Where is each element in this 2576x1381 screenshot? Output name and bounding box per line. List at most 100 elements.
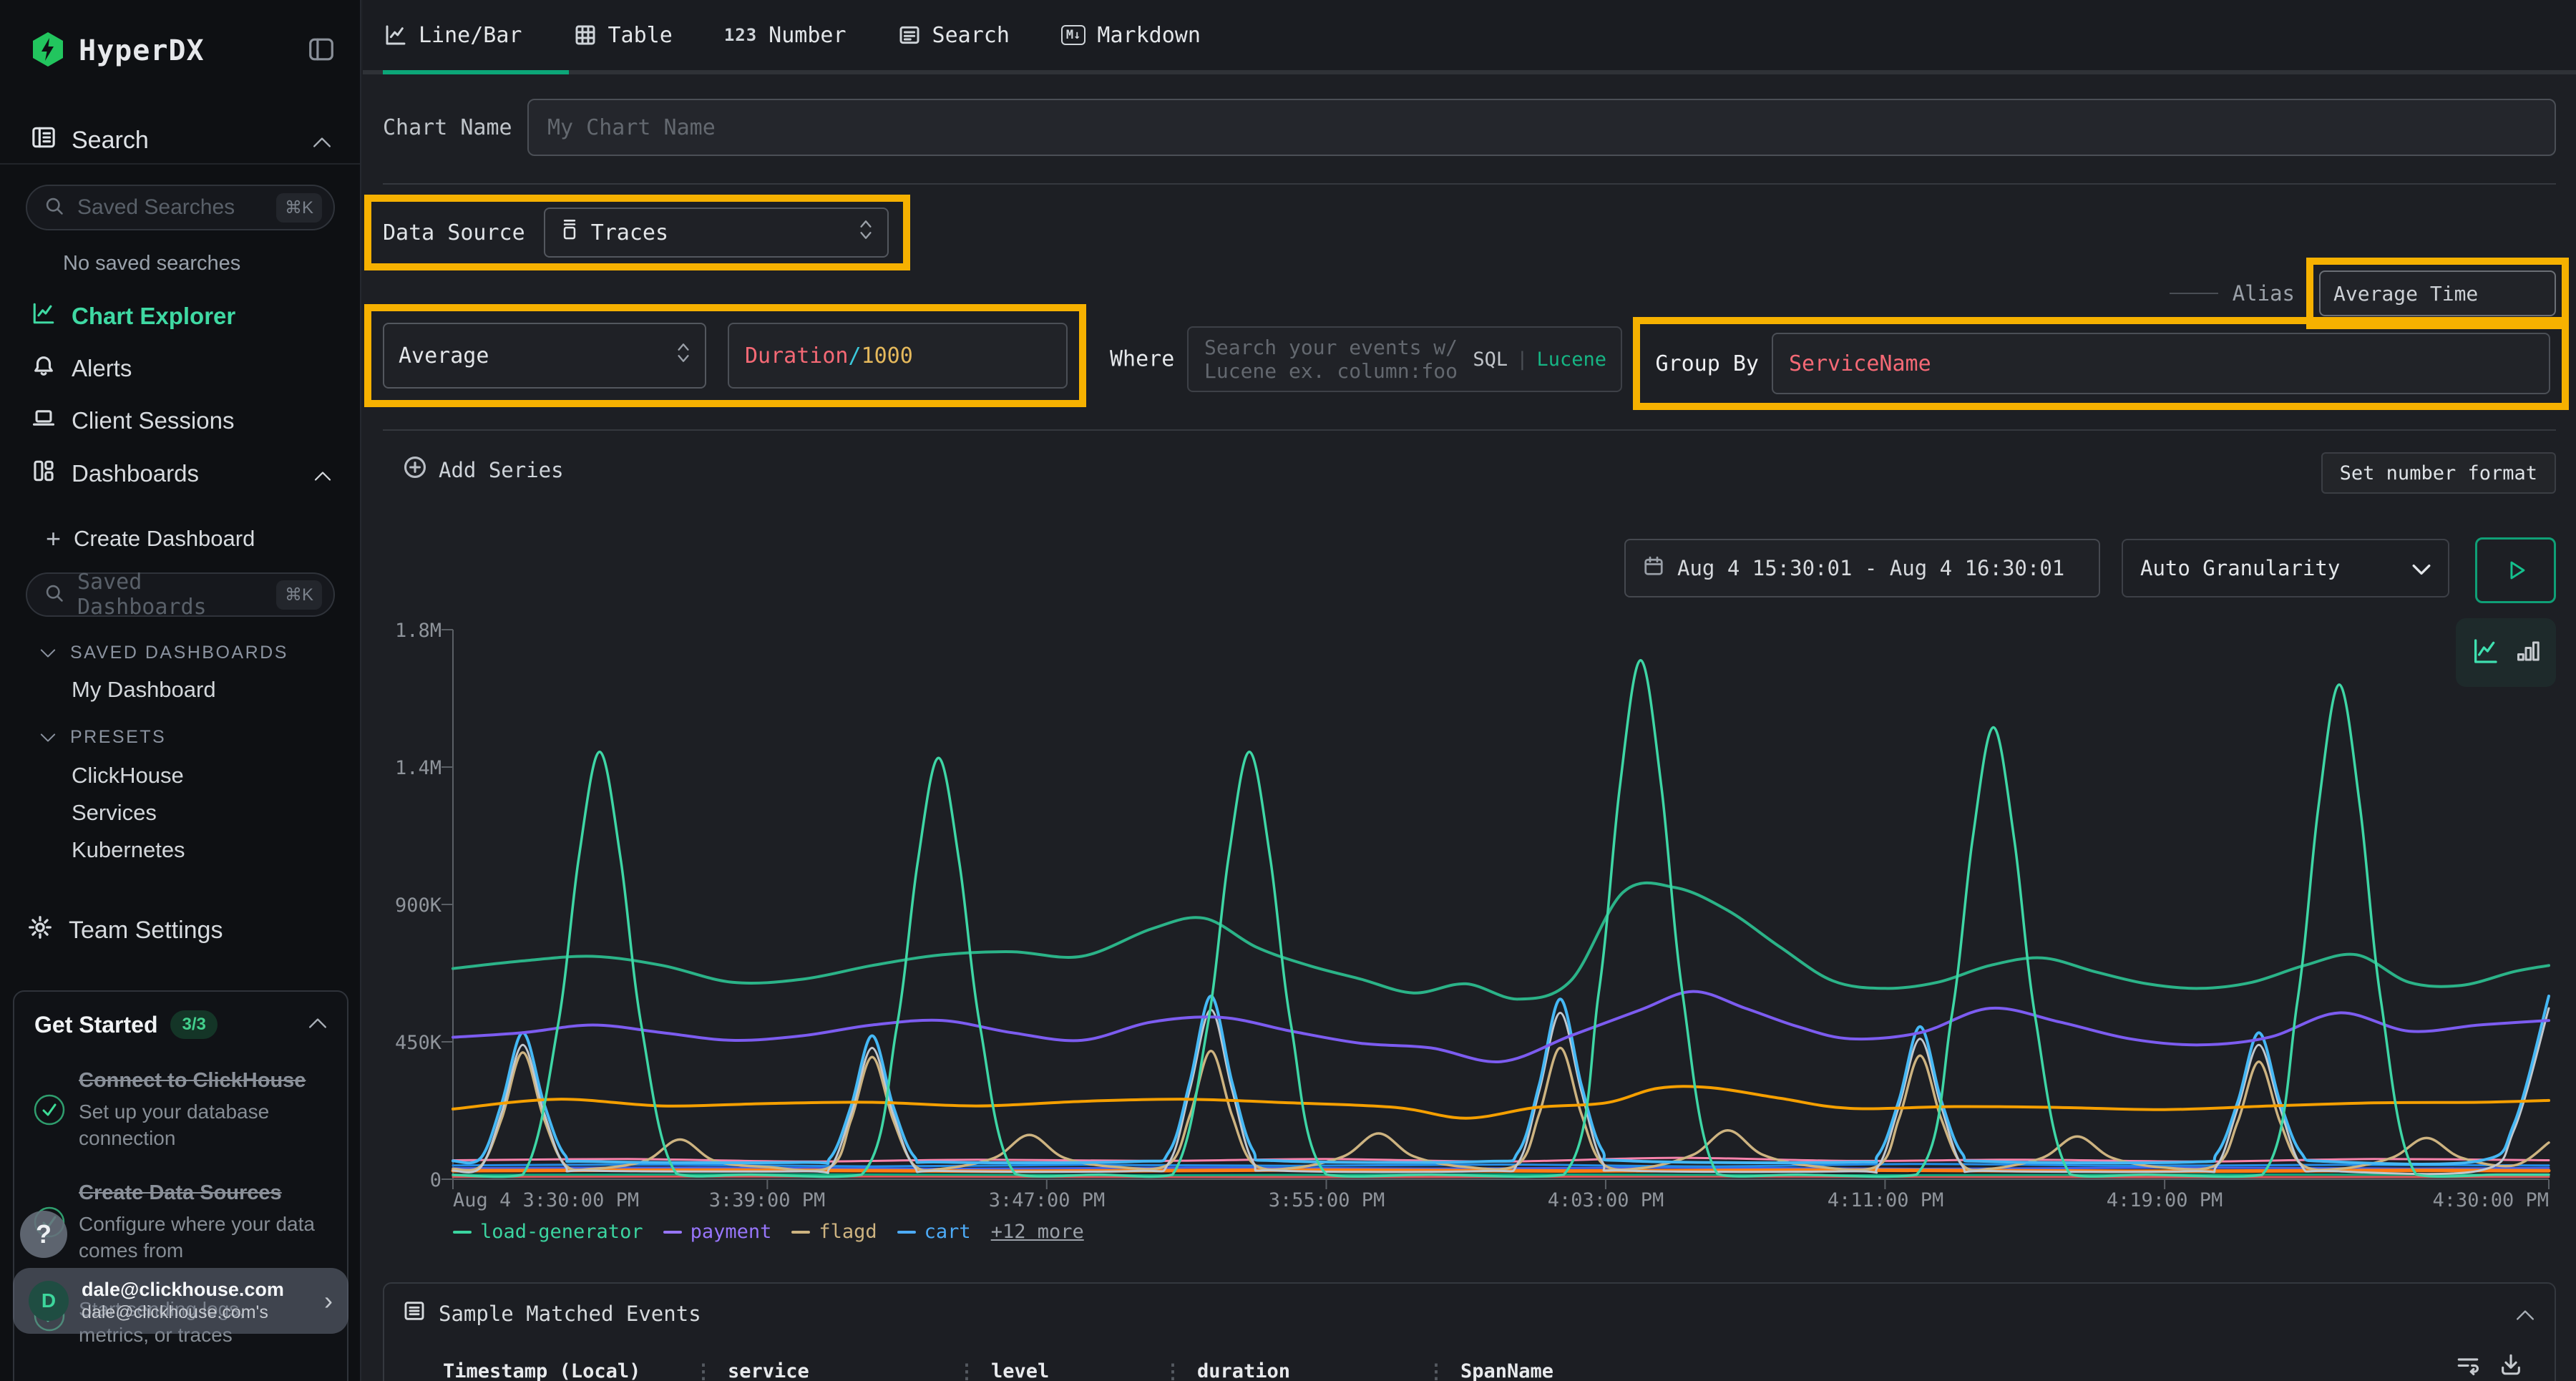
chevron-up-icon[interactable]	[308, 1018, 327, 1033]
avatar: D	[29, 1281, 69, 1321]
get-started-item-datasources[interactable]: Create Data Sources Configure where your…	[14, 1180, 347, 1264]
data-source-label: Data Source	[383, 220, 525, 245]
legend-dash	[453, 1231, 472, 1234]
column-duration[interactable]: duration	[1197, 1360, 1412, 1381]
user-menu[interactable]: D dale@clickhouse.com dale@clickhouse.co…	[13, 1268, 348, 1334]
aggregation-row: Average Duration/1000 Where Search your …	[364, 304, 2569, 414]
sidebar-item-chart-explorer[interactable]: Chart Explorer	[31, 301, 331, 332]
get-started-item-connect[interactable]: Connect to ClickHouse Set up your databa…	[14, 1068, 347, 1151]
y-tick-label: 1.8M	[366, 620, 441, 642]
saved-dashboards-group[interactable]: SAVED DASHBOARDS	[40, 643, 288, 663]
group-by-highlight-box: Group By ServiceName	[1633, 317, 2570, 410]
sidebar-item-alerts[interactable]: Alerts	[31, 353, 331, 384]
chart-name-label: Chart Name	[383, 115, 512, 140]
y-tick-label: 900K	[366, 894, 441, 917]
sidebar-divider	[0, 163, 360, 165]
sidebar-item-services[interactable]: Services	[72, 800, 157, 826]
saved-searches-placeholder: Saved Searches	[77, 195, 235, 220]
team-settings-label: Team Settings	[69, 917, 223, 945]
series-line-load-generator	[453, 883, 2549, 999]
timeseries-chart[interactable]	[453, 630, 2549, 1179]
collapse-sidebar-icon[interactable]	[308, 38, 334, 64]
query-language-toggle: SQL | Lucene	[1473, 348, 1606, 371]
search-section-label: Search	[72, 127, 149, 155]
series-line-cart	[453, 996, 2549, 1164]
y-tick-label: 1.4M	[366, 757, 441, 779]
divider	[383, 183, 2556, 185]
date-range-picker[interactable]: Aug 4 15:30:01 - Aug 4 16:30:01	[1624, 539, 2100, 597]
sidebar-item-client-sessions[interactable]: Client Sessions	[31, 405, 331, 436]
column-timestamp[interactable]: Timestamp (Local)	[443, 1360, 679, 1381]
app-title: HyperDX	[79, 34, 205, 67]
gear-icon	[27, 914, 53, 947]
chart-name-input[interactable]: My Chart Name	[527, 99, 2556, 156]
get-started-progress-badge: 3/3	[170, 1010, 217, 1039]
table-header-row: Timestamp (Local)⋮ service⋮ level⋮ durat…	[384, 1347, 2555, 1381]
play-icon	[2504, 558, 2528, 582]
set-number-format-button[interactable]: Set number format	[2321, 452, 2556, 494]
dashboards-label: Dashboards	[72, 460, 199, 487]
presets-group[interactable]: PRESETS	[40, 727, 166, 748]
column-spanname[interactable]: SpanName	[1460, 1360, 1553, 1381]
sidebar-section-search[interactable]: Search	[31, 126, 331, 155]
saved-dashboards-input[interactable]: Saved Dashboards ⌘K	[26, 572, 335, 617]
sql-toggle-option[interactable]: SQL	[1473, 348, 1508, 371]
get-started-item-title: Create Data Sources	[79, 1180, 315, 1206]
legend-item-load-generator[interactable]: load-generator	[453, 1221, 643, 1243]
alerts-label: Alerts	[72, 355, 132, 382]
create-dashboard-button[interactable]: + Create Dashboard	[46, 524, 255, 554]
y-tick-label: 0	[366, 1169, 441, 1191]
plus-circle-icon	[403, 455, 427, 484]
sample-events-panel: Sample Matched Events Timestamp (Local)⋮…	[383, 1282, 2556, 1381]
data-source-highlight-box: Data Source Traces	[364, 195, 910, 270]
group-by-input[interactable]: ServiceName	[1772, 333, 2550, 394]
active-tab-underline	[383, 70, 569, 74]
tab-line-bar[interactable]: Line/Bar	[384, 23, 522, 48]
line-chart-icon	[384, 24, 407, 47]
granularity-select[interactable]: Auto Granularity	[2122, 539, 2449, 597]
chart-explorer-icon	[31, 301, 56, 331]
shortcut-badge: ⌘K	[276, 580, 322, 610]
sidebar-item-my-dashboard[interactable]: My Dashboard	[72, 677, 216, 703]
sidebar-item-clickhouse[interactable]: ClickHouse	[72, 763, 184, 789]
saved-searches-input[interactable]: Saved Searches ⌘K	[26, 185, 335, 230]
wrap-text-icon[interactable]	[2456, 1352, 2480, 1380]
sidebar-item-dashboards[interactable]: Dashboards	[31, 458, 331, 489]
tab-table[interactable]: Table	[574, 23, 673, 48]
legend-dash	[897, 1231, 916, 1234]
no-saved-searches-text: No saved searches	[63, 252, 240, 275]
tab-search[interactable]: Search	[898, 23, 1010, 48]
legend-item-flagd[interactable]: flagd	[791, 1221, 877, 1243]
calendar-icon	[1643, 555, 1664, 582]
chevron-down-icon	[40, 733, 56, 743]
plus-icon: +	[46, 524, 61, 554]
help-button[interactable]: ?	[20, 1211, 67, 1258]
chevron-up-icon[interactable]	[2516, 1302, 2534, 1326]
column-level[interactable]: level	[991, 1360, 1148, 1381]
download-icon[interactable]	[2499, 1352, 2523, 1380]
legend-item-payment[interactable]: payment	[663, 1221, 772, 1243]
legend-item-cart[interactable]: cart	[897, 1221, 971, 1243]
column-service[interactable]: service	[728, 1360, 942, 1381]
markdown-icon: M↓	[1061, 25, 1085, 45]
presets-header: PRESETS	[70, 727, 166, 748]
get-started-item-desc: Configure where your data comes from	[79, 1211, 315, 1264]
aggregation-select[interactable]: Average	[383, 323, 706, 389]
lucene-toggle-option[interactable]: Lucene	[1536, 348, 1606, 371]
tab-underline-track	[363, 70, 2576, 74]
tab-markdown[interactable]: M↓ Markdown	[1061, 23, 1201, 48]
add-series-button[interactable]: Add Series	[403, 455, 564, 484]
sidebar-item-kubernetes[interactable]: Kubernetes	[72, 837, 185, 863]
data-source-select[interactable]: Traces	[544, 208, 889, 258]
alias-connector-line	[2170, 293, 2218, 294]
alias-label: Alias	[2233, 281, 2295, 306]
field-expression-input[interactable]: Duration/1000	[728, 323, 1068, 389]
search-section-icon	[31, 125, 56, 156]
legend-more-link[interactable]: +12 more	[991, 1221, 1084, 1243]
run-query-button[interactable]	[2475, 537, 2556, 603]
legend-dash	[663, 1231, 682, 1234]
tab-number[interactable]: 123 Number	[724, 23, 847, 48]
list-search-icon	[898, 24, 921, 47]
sidebar-item-team-settings[interactable]: Team Settings	[31, 914, 331, 946]
where-search-input[interactable]: Search your events w/ Lucene ex. column:…	[1187, 326, 1622, 392]
